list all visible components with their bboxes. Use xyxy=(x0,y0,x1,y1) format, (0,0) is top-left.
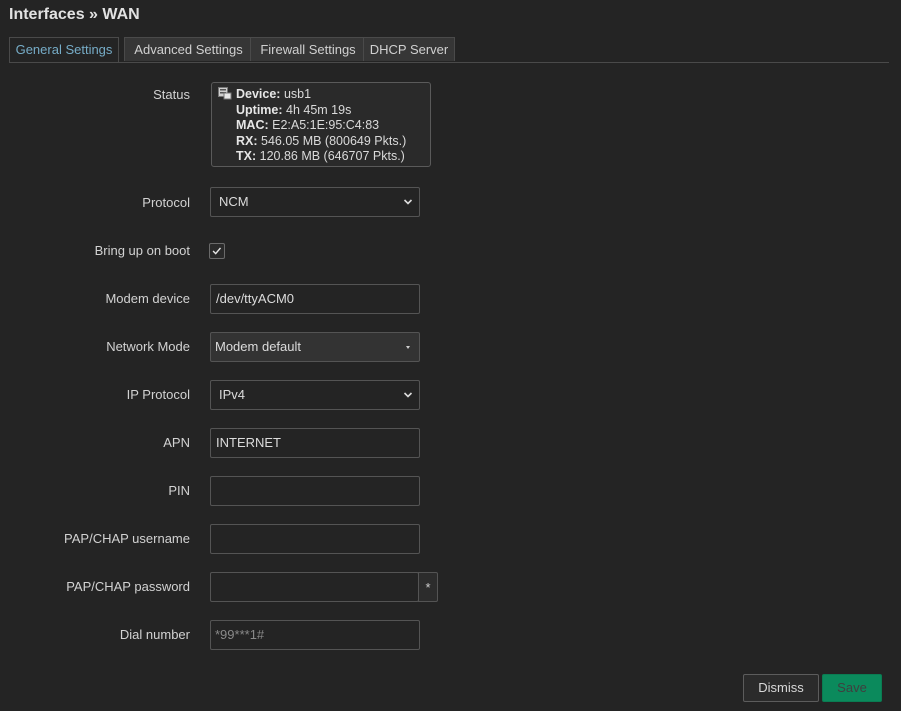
dial-number-input[interactable]: *99***1# xyxy=(210,620,420,650)
username-label: PAP/CHAP username xyxy=(64,531,190,546)
status-label: Status xyxy=(153,87,190,102)
tab-firewall-settings[interactable]: Firewall Settings xyxy=(250,37,366,61)
network-mode-select[interactable]: Modem default xyxy=(210,332,420,362)
chevron-down-icon xyxy=(403,392,413,398)
caret-down-icon xyxy=(406,346,410,349)
checkmark-icon xyxy=(212,247,222,255)
apn-label: APN xyxy=(163,435,190,450)
dial-number-label: Dial number xyxy=(119,627,190,642)
status-mac: MAC: E2:A5:1E:95:C4:83 xyxy=(236,118,380,132)
status-tx: TX: 120.86 MB (646707 Pkts.) xyxy=(236,149,405,163)
ip-protocol-select[interactable]: IPv4 xyxy=(210,380,420,410)
boot-checkbox[interactable] xyxy=(209,243,225,259)
password-label: PAP/CHAP password xyxy=(66,579,190,594)
dial-number-placeholder: *99***1# xyxy=(215,627,265,642)
tab-advanced-settings[interactable]: Advanced Settings xyxy=(124,37,253,61)
tab-dhcp-server[interactable]: DHCP Server xyxy=(363,37,455,61)
tab-bar: General Settings Advanced Settings Firew… xyxy=(9,37,889,63)
save-button[interactable]: Save xyxy=(822,674,882,702)
status-device: Device: usb1 xyxy=(236,87,312,101)
boot-label: Bring up on boot xyxy=(94,243,190,258)
protocol-label: Protocol xyxy=(142,195,190,210)
apn-input[interactable]: INTERNET xyxy=(210,428,420,458)
network-device-icon xyxy=(218,87,232,100)
username-input[interactable] xyxy=(210,524,420,554)
pin-label: PIN xyxy=(168,483,190,498)
status-box: Device: usb1 Uptime: 4h 45m 19s MAC: E2:… xyxy=(211,82,431,167)
pin-input[interactable] xyxy=(210,476,420,506)
tab-general-settings[interactable]: General Settings xyxy=(9,37,119,62)
password-input[interactable] xyxy=(210,572,419,602)
dismiss-button[interactable]: Dismiss xyxy=(743,674,819,702)
protocol-select[interactable]: NCM xyxy=(210,187,420,217)
modem-device-label: Modem device xyxy=(105,291,190,306)
page-title: Interfaces » WAN xyxy=(9,6,140,23)
chevron-down-icon xyxy=(403,199,413,205)
ip-protocol-label: IP Protocol xyxy=(126,387,190,402)
modem-device-input[interactable]: /dev/ttyACM0 xyxy=(210,284,420,314)
status-rx: RX: 546.05 MB (800649 Pkts.) xyxy=(236,133,407,148)
network-mode-label: Network Mode xyxy=(106,339,190,354)
reveal-password-button[interactable]: * xyxy=(418,572,438,602)
status-uptime: Uptime: 4h 45m 19s xyxy=(236,102,352,117)
